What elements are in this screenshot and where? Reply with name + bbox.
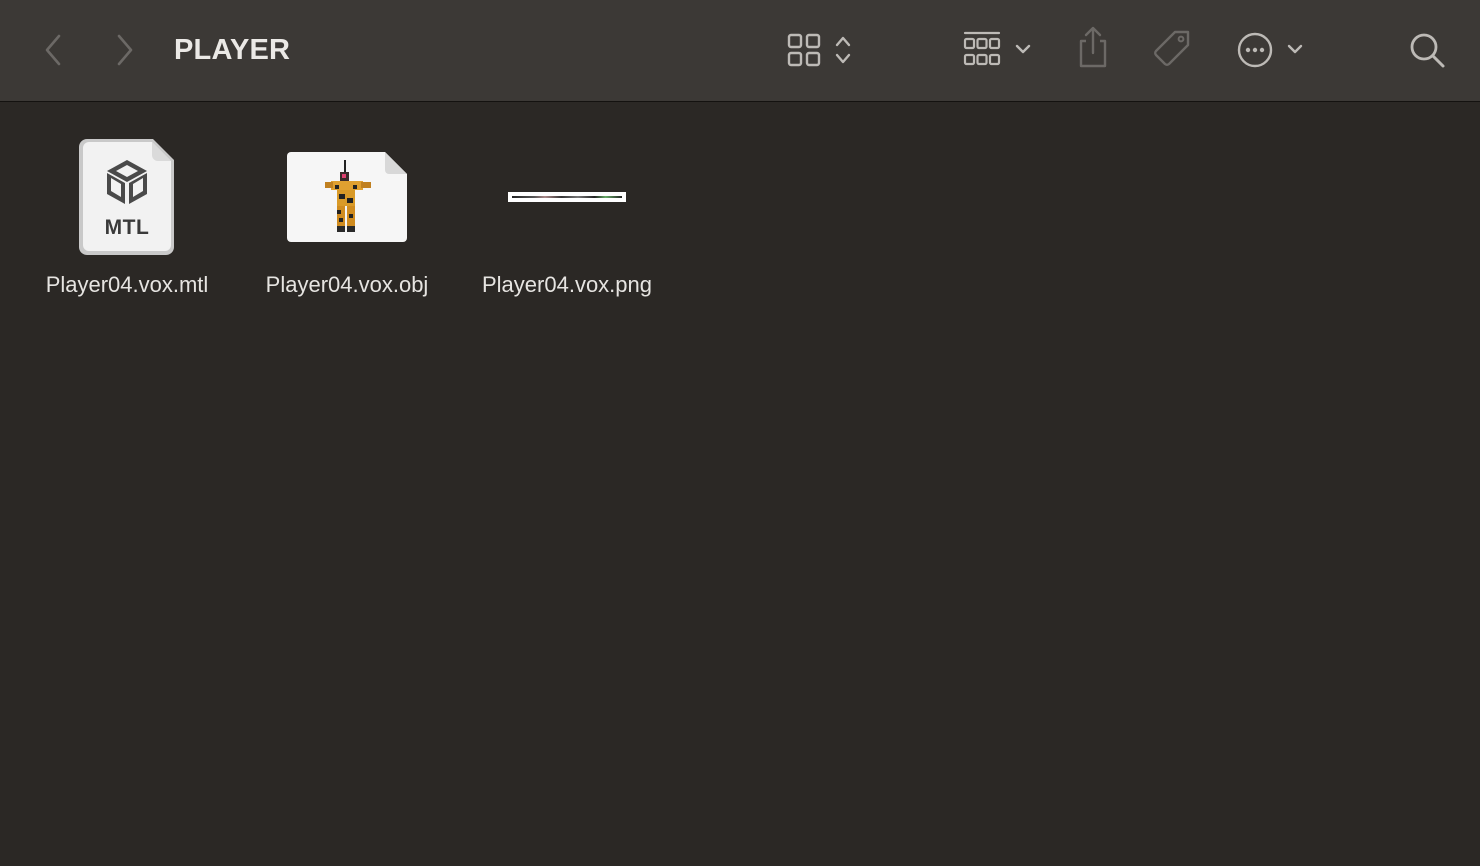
file-name: Player04.vox.png [482, 272, 652, 297]
png-preview-line [512, 196, 622, 198]
toolbar: PLAYER [0, 0, 1480, 102]
mtl-document-icon: MTL [79, 138, 175, 256]
file-item[interactable]: Player04.vox.obj [242, 127, 452, 307]
view-options-button[interactable] [780, 26, 864, 74]
group-grid-icon [963, 31, 1031, 66]
tag-button[interactable] [1148, 26, 1196, 74]
file-browser-content: MTL Player04.vox.mtl Player04.vox.obj Pl… [0, 103, 1480, 866]
window-title: PLAYER [174, 34, 291, 66]
chevron-right-icon [117, 34, 133, 66]
search-icon [1410, 33, 1445, 68]
back-button[interactable] [38, 30, 70, 70]
ellipsis-circle-icon [1237, 32, 1303, 68]
group-options-button[interactable] [956, 26, 1040, 74]
file-type-badge: MTL [104, 216, 150, 239]
finder-window: PLAYER MTL Player04.vox.mtl Player04.vox… [0, 0, 1480, 866]
obj-preview-icon [287, 152, 407, 242]
chevron-left-icon [45, 34, 61, 66]
share-button[interactable] [1072, 24, 1114, 72]
file-thumbnail: MTL [22, 127, 232, 267]
file-item[interactable]: Player04.vox.png [462, 127, 672, 307]
more-actions-button[interactable] [1232, 26, 1312, 74]
file-thumbnail [242, 127, 452, 267]
icon-grid-icon [787, 33, 851, 67]
tag-icon [1154, 30, 1190, 66]
file-item[interactable]: MTL Player04.vox.mtl [22, 127, 232, 307]
share-icon [1079, 26, 1107, 68]
png-preview-icon [508, 192, 626, 202]
search-button[interactable] [1404, 26, 1450, 74]
file-thumbnail [462, 127, 672, 267]
file-name: Player04.vox.obj [265, 272, 429, 297]
forward-button[interactable] [108, 30, 140, 70]
file-name: Player04.vox.mtl [45, 272, 209, 297]
